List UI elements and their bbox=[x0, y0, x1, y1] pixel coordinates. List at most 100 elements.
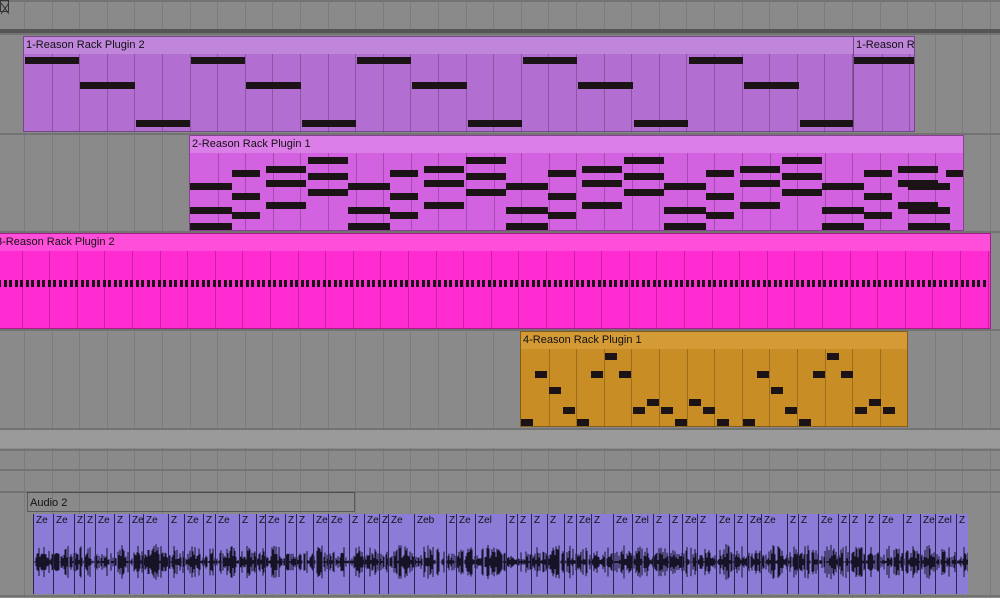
midi-note[interactable] bbox=[202, 280, 205, 287]
midi-note[interactable] bbox=[357, 57, 411, 64]
midi-note[interactable] bbox=[25, 57, 79, 64]
track-lane-2[interactable]: 2-Reason Rack Plugin 1 bbox=[0, 135, 1000, 231]
midi-note[interactable] bbox=[506, 207, 548, 214]
audio-clip-header[interactable]: Audio 2 bbox=[27, 492, 355, 512]
midi-note[interactable] bbox=[854, 57, 914, 64]
midi-note[interactable] bbox=[53, 280, 56, 287]
audio-segment[interactable]: Ze bbox=[328, 514, 349, 594]
midi-note[interactable] bbox=[86, 280, 89, 287]
midi-note[interactable] bbox=[411, 280, 414, 287]
midi-note[interactable] bbox=[944, 280, 947, 287]
midi-note[interactable] bbox=[703, 407, 715, 414]
audio-segment[interactable]: Z bbox=[517, 514, 531, 594]
audio-segment[interactable]: Z bbox=[203, 514, 215, 594]
midi-note[interactable] bbox=[317, 280, 320, 287]
midi-note[interactable] bbox=[873, 280, 876, 287]
midi-note[interactable] bbox=[339, 280, 342, 287]
midi-note[interactable] bbox=[190, 223, 232, 230]
midi-note[interactable] bbox=[689, 57, 743, 64]
midi-note[interactable] bbox=[620, 280, 623, 287]
midi-note[interactable] bbox=[345, 280, 348, 287]
audio-segment[interactable]: Ze bbox=[95, 514, 114, 594]
midi-note[interactable] bbox=[669, 280, 672, 287]
midi-note[interactable] bbox=[466, 189, 506, 196]
audio-segment[interactable]: Z bbox=[547, 514, 564, 594]
midi-note[interactable] bbox=[658, 280, 661, 287]
arrangement-view[interactable]: 1-Reason Rack Plugin 2 1-Reason R 2-Reas… bbox=[0, 0, 1000, 598]
midi-note[interactable] bbox=[774, 280, 777, 287]
midi-note[interactable] bbox=[771, 387, 783, 394]
midi-note[interactable] bbox=[908, 207, 950, 214]
midi-note[interactable] bbox=[818, 280, 821, 287]
midi-note[interactable] bbox=[466, 173, 506, 180]
midi-note[interactable] bbox=[390, 212, 418, 219]
midi-note[interactable] bbox=[232, 193, 260, 200]
audio-track-lane[interactable]: Audio 2 Ze Ze Z Z Ze Z Ze Ze Z Ze Z Ze Z Z Ze Z Z Ze Ze Z Ze… bbox=[0, 492, 1000, 598]
midi-note[interactable] bbox=[389, 280, 392, 287]
midi-note[interactable] bbox=[706, 193, 734, 200]
audio-segment[interactable]: Ze bbox=[761, 514, 787, 594]
audio-segment[interactable]: Z bbox=[239, 514, 256, 594]
midi-note[interactable] bbox=[636, 280, 639, 287]
midi-note[interactable] bbox=[864, 170, 892, 177]
midi-note[interactable] bbox=[163, 280, 166, 287]
midi-note[interactable] bbox=[521, 419, 533, 426]
audio-segment[interactable]: Z bbox=[903, 514, 920, 594]
midi-note[interactable] bbox=[466, 280, 469, 287]
midi-note[interactable] bbox=[158, 280, 161, 287]
midi-note[interactable] bbox=[559, 280, 562, 287]
midi-note[interactable] bbox=[405, 280, 408, 287]
midi-note[interactable] bbox=[906, 280, 909, 287]
midi-note[interactable] bbox=[706, 170, 734, 177]
midi-note[interactable] bbox=[845, 280, 848, 287]
midi-note[interactable] bbox=[493, 280, 496, 287]
audio-segment[interactable]: Ze bbox=[716, 514, 734, 594]
midi-note[interactable] bbox=[884, 280, 887, 287]
audio-segment[interactable]: Ze bbox=[364, 514, 379, 594]
midi-note[interactable] bbox=[633, 407, 645, 414]
audio-segment[interactable]: Ze bbox=[613, 514, 632, 594]
midi-note[interactable] bbox=[972, 280, 975, 287]
midi-note[interactable] bbox=[548, 212, 576, 219]
midi-note[interactable] bbox=[92, 280, 95, 287]
midi-note[interactable] bbox=[864, 193, 892, 200]
midi-note[interactable] bbox=[279, 280, 282, 287]
midi-note[interactable] bbox=[246, 280, 249, 287]
midi-note[interactable] bbox=[372, 280, 375, 287]
midi-note[interactable] bbox=[664, 280, 667, 287]
audio-segment[interactable]: Z bbox=[653, 514, 669, 594]
midi-note[interactable] bbox=[614, 280, 617, 287]
midi-note[interactable] bbox=[743, 419, 755, 426]
midi-note[interactable] bbox=[424, 180, 464, 187]
midi-note[interactable] bbox=[510, 280, 513, 287]
midi-note[interactable] bbox=[15, 280, 18, 287]
midi-note[interactable] bbox=[348, 183, 390, 190]
midi-note[interactable] bbox=[416, 280, 419, 287]
midi-note[interactable] bbox=[348, 207, 390, 214]
audio-segment[interactable]: Z bbox=[591, 514, 613, 594]
midi-note[interactable] bbox=[477, 280, 480, 287]
midi-note[interactable] bbox=[779, 280, 782, 287]
midi-note[interactable] bbox=[196, 280, 199, 287]
midi-note[interactable] bbox=[840, 280, 843, 287]
midi-note[interactable] bbox=[240, 280, 243, 287]
audio-segment[interactable]: Z bbox=[446, 514, 456, 594]
audio-segment[interactable]: Ze bbox=[313, 514, 328, 594]
midi-note[interactable] bbox=[867, 280, 870, 287]
midi-note[interactable] bbox=[301, 280, 304, 287]
midi-note[interactable] bbox=[744, 82, 799, 89]
midi-note[interactable] bbox=[928, 280, 931, 287]
audio-segment[interactable]: Z bbox=[564, 514, 576, 594]
midi-note[interactable] bbox=[488, 280, 491, 287]
audio-segment[interactable]: Ze bbox=[576, 514, 591, 594]
midi-note[interactable] bbox=[898, 166, 938, 173]
audio-segment[interactable]: Ze bbox=[33, 514, 53, 594]
midi-note[interactable] bbox=[691, 280, 694, 287]
midi-note[interactable] bbox=[647, 399, 659, 406]
audio-segment[interactable]: Z bbox=[296, 514, 313, 594]
audio-segment[interactable]: Z bbox=[849, 514, 865, 594]
midi-note[interactable] bbox=[284, 280, 287, 287]
midi-note[interactable] bbox=[390, 193, 418, 200]
midi-note[interactable] bbox=[438, 280, 441, 287]
midi-note[interactable] bbox=[262, 280, 265, 287]
